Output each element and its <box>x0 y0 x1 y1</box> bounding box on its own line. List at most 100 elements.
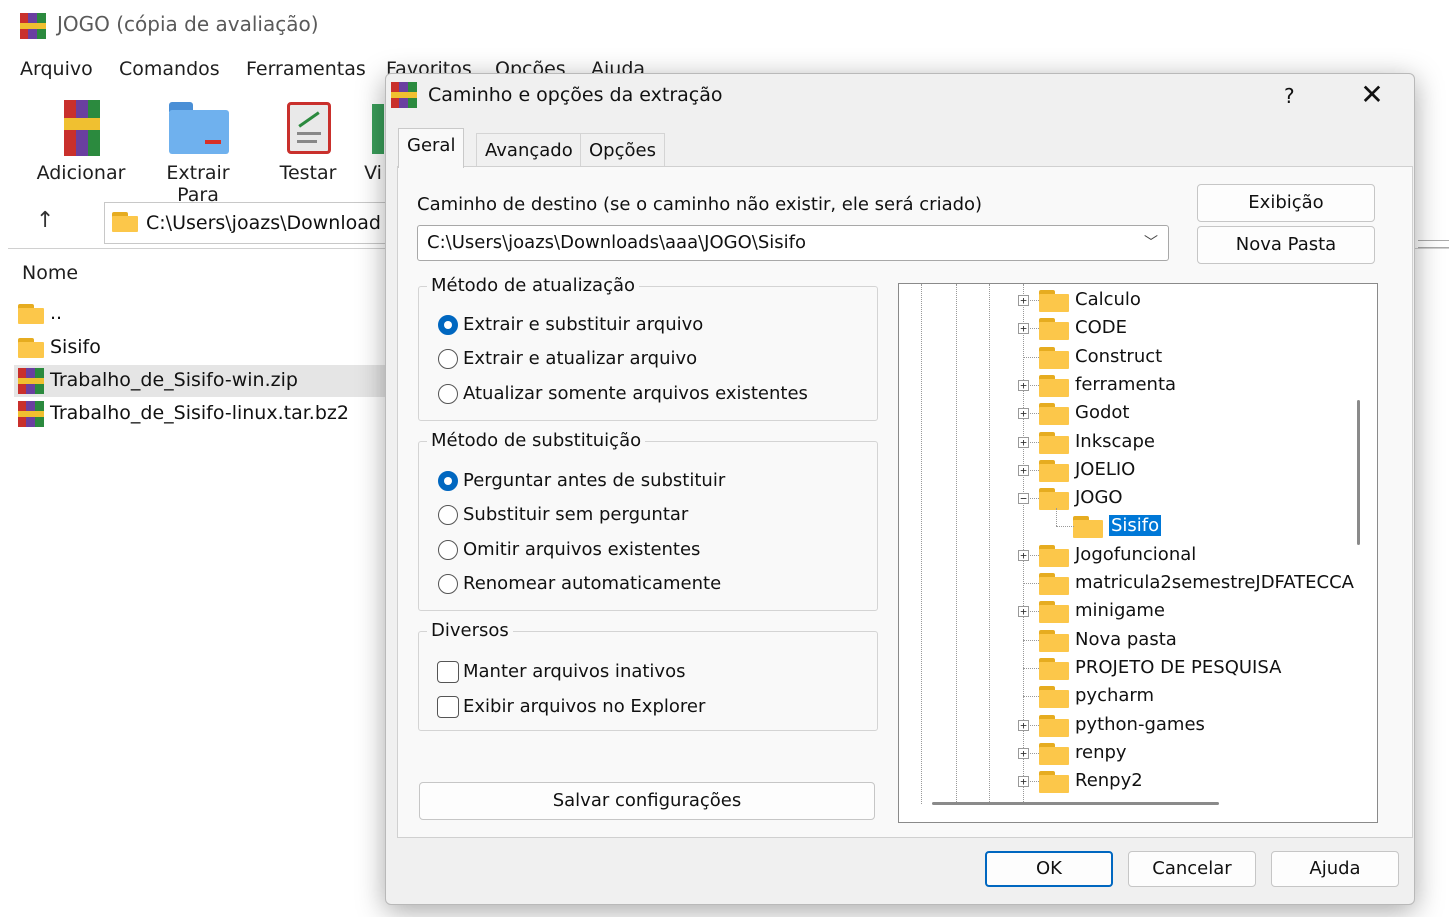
tree-item-label[interactable]: Nova pasta <box>1075 629 1177 650</box>
toolbar-view-label: Vi <box>364 162 382 184</box>
tree-item-label[interactable]: CODE <box>1075 317 1127 338</box>
save-settings-button[interactable]: Salvar configurações <box>419 782 875 820</box>
toolbar-test-button[interactable]: Testar <box>272 96 344 184</box>
chevron-down-icon[interactable]: ﹀ <box>1144 232 1158 252</box>
expand-icon[interactable]: + <box>1018 464 1029 476</box>
tree-item-label[interactable]: matricula2semestreJDFATECCA <box>1075 572 1354 593</box>
close-icon[interactable]: ✕ <box>1356 78 1388 111</box>
cancel-button[interactable]: Cancelar <box>1128 851 1256 887</box>
folder-icon <box>1039 346 1069 369</box>
file-name: Trabalho_de_Sisifo-linux.tar.bz2 <box>50 402 349 424</box>
new-folder-button[interactable]: Nova Pasta <box>1197 226 1375 264</box>
winrar-logo-icon <box>20 13 46 43</box>
tree-item-label[interactable]: minigame <box>1075 600 1165 621</box>
file-row[interactable]: Trabalho_de_Sisifo-linux.tar.bz2 <box>14 398 394 430</box>
view-button[interactable]: Exibição <box>1197 184 1375 222</box>
folder-icon <box>1039 771 1069 794</box>
tree-connector <box>1023 583 1039 585</box>
expand-icon[interactable]: + <box>1018 295 1029 306</box>
folder-icon <box>1039 686 1069 709</box>
radio-update-existing[interactable] <box>438 384 458 404</box>
folder-icon <box>1039 290 1069 312</box>
vertical-scrollbar[interactable] <box>1357 400 1360 545</box>
file-row[interactable]: .. <box>14 298 394 330</box>
toolbar-add-button[interactable]: Adicionar <box>34 96 128 184</box>
radio-overwrite-without[interactable] <box>438 505 458 525</box>
tab-geral[interactable]: Geral <box>398 128 465 168</box>
menu-arquivo[interactable]: Arquivo <box>20 58 93 80</box>
file-row[interactable]: Sisifo <box>14 332 394 364</box>
toolbar-extract-label: Extrair Para <box>166 162 230 206</box>
folder-up-icon <box>18 304 44 324</box>
tree-item-label[interactable]: ferramenta <box>1075 374 1176 395</box>
radio-extract-replace[interactable] <box>438 315 458 335</box>
folder-icon <box>1039 459 1069 482</box>
tree-item-label[interactable]: Renpy2 <box>1075 770 1143 791</box>
expand-icon[interactable]: + <box>1018 719 1029 731</box>
tree-item-label[interactable]: Construct <box>1075 346 1162 367</box>
expand-icon[interactable]: + <box>1018 776 1029 788</box>
folder-icon <box>1039 714 1069 737</box>
expand-icon[interactable]: + <box>1018 549 1029 561</box>
toolbar-view-button[interactable]: Vi <box>362 96 384 184</box>
tab-opcoes[interactable]: Opções <box>580 133 665 167</box>
expand-icon[interactable]: + <box>1018 379 1029 391</box>
tree-item-label[interactable]: Calculo <box>1075 289 1141 310</box>
collapse-icon[interactable]: − <box>1018 493 1029 505</box>
radio-label: Extrair e substituir arquivo <box>463 314 704 335</box>
horizontal-scrollbar[interactable] <box>932 802 1219 805</box>
radio-ask-before[interactable] <box>438 471 458 491</box>
folder-icon <box>1073 516 1103 539</box>
expand-icon[interactable]: + <box>1018 408 1029 420</box>
expand-icon[interactable]: + <box>1018 323 1029 335</box>
tree-connector <box>1023 356 1039 359</box>
tree-item-label[interactable]: renpy <box>1075 742 1127 763</box>
tree-item-label[interactable]: Inkscape <box>1075 431 1155 452</box>
checkbox-show-explorer[interactable] <box>437 696 459 718</box>
up-arrow-icon[interactable]: ↑ <box>36 208 54 233</box>
divider <box>1418 247 1449 248</box>
folder-tree[interactable]: + Calculo + CODE Construct + ferramenta + Godot +… <box>898 283 1378 823</box>
destination-label: Caminho de destino (se o caminho não exi… <box>417 194 983 215</box>
radio-skip-existing[interactable] <box>438 540 458 560</box>
tree-item-label[interactable]: Sisifo <box>1109 515 1162 537</box>
tree-item-label[interactable]: pycharm <box>1075 685 1154 706</box>
tab-avancado[interactable]: Avançado <box>476 133 582 167</box>
divider <box>1418 240 1449 241</box>
checkbox-keep-broken[interactable] <box>437 661 459 683</box>
help-text-button[interactable]: Ajuda <box>1271 851 1399 887</box>
tree-connector <box>1023 639 1039 642</box>
file-row[interactable]: Trabalho_de_Sisifo-win.zip <box>14 365 394 397</box>
folder-icon <box>1039 403 1069 426</box>
expand-icon[interactable]: + <box>1018 606 1029 618</box>
rar-archive-icon <box>18 368 44 394</box>
toolbar-add-label: Adicionar <box>36 162 126 184</box>
misc-title: Diversos <box>427 620 513 641</box>
archive-add-icon <box>50 96 112 158</box>
view-icon <box>362 96 384 158</box>
tree-item-label[interactable]: JOGO <box>1075 487 1123 508</box>
menu-ferramentas[interactable]: Ferramentas <box>246 58 366 80</box>
tree-item-label[interactable]: PROJETO DE PESQUISA <box>1075 657 1281 678</box>
folder-icon <box>1039 318 1069 341</box>
expand-icon[interactable]: + <box>1018 747 1029 759</box>
radio-rename-auto[interactable] <box>438 574 458 594</box>
radio-extract-update[interactable] <box>438 349 458 369</box>
tree-item-label[interactable]: Godot <box>1075 402 1129 423</box>
folder-icon <box>1039 544 1069 567</box>
ok-button[interactable]: OK <box>985 851 1113 887</box>
overwrite-method-title: Método de substituição <box>427 430 646 451</box>
column-header-name[interactable]: Nome <box>22 262 78 284</box>
menu-comandos[interactable]: Comandos <box>119 58 220 80</box>
folder-icon <box>1039 488 1069 511</box>
rar-archive-icon <box>18 401 44 427</box>
expand-icon[interactable]: + <box>1018 436 1029 448</box>
help-button[interactable]: ? <box>1284 84 1295 108</box>
tree-item-label[interactable]: JOELIO <box>1075 459 1135 480</box>
toolbar-extract-button[interactable]: Extrair Para <box>144 96 252 206</box>
tree-item-label[interactable]: Jogofuncional <box>1075 544 1196 565</box>
checkbox-label: Manter arquivos inativos <box>463 661 686 682</box>
tree-item-label[interactable]: python-games <box>1075 714 1205 735</box>
destination-path-value: C:\Users\joazs\Downloads\aaa\JOGO\Sisifo <box>427 232 806 253</box>
radio-label: Perguntar antes de substituir <box>463 470 726 491</box>
